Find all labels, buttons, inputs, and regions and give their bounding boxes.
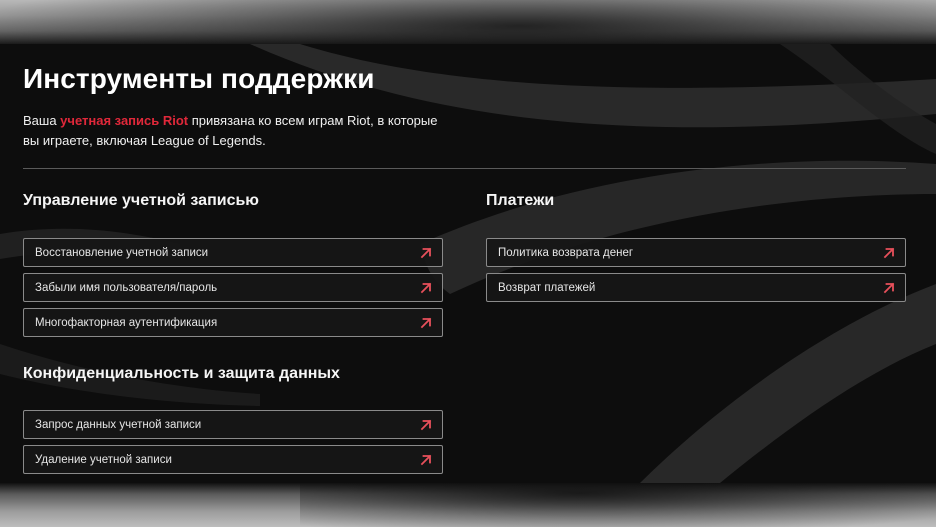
link-label: Возврат платежей xyxy=(498,281,596,294)
link-label: Политика возврата денег xyxy=(498,246,634,259)
support-content: Инструменты поддержки Ваша учетная запис… xyxy=(0,44,936,483)
external-link-arrow-icon xyxy=(420,282,432,293)
page-title: Инструменты поддержки xyxy=(23,63,375,94)
riot-account-link[interactable]: учетная запись Riot xyxy=(60,113,188,128)
refund-policy-link[interactable]: Политика возврата денег xyxy=(486,238,906,267)
account-deletion-link[interactable]: Удаление учетной записи xyxy=(23,445,443,474)
link-label: Многофакторная аутентификация xyxy=(35,316,218,329)
external-link-arrow-icon xyxy=(883,282,895,293)
account-management-links: Восстановление учетной записи Забыли имя… xyxy=(23,238,443,343)
blurred-bottom-background xyxy=(0,483,936,527)
intro-text-start: Ваша xyxy=(23,113,61,128)
payments-heading: Платежи xyxy=(486,192,555,209)
external-link-arrow-icon xyxy=(420,454,432,465)
link-label: Восстановление учетной записи xyxy=(35,246,209,259)
external-link-arrow-icon xyxy=(420,247,432,258)
multi-factor-authentication-link[interactable]: Многофакторная аутентификация xyxy=(23,308,443,337)
link-label: Удаление учетной записи xyxy=(35,453,172,466)
account-recovery-link[interactable]: Восстановление учетной записи xyxy=(23,238,443,267)
link-label: Забыли имя пользователя/пароль xyxy=(35,281,218,294)
privacy-links: Запрос данных учетной записи Удаление уч… xyxy=(23,410,443,480)
forgot-username-password-link[interactable]: Забыли имя пользователя/пароль xyxy=(23,273,443,302)
intro-text: Ваша учетная запись Riot привязана ко вс… xyxy=(23,111,443,151)
external-link-arrow-icon xyxy=(420,419,432,430)
blurred-top-background xyxy=(0,0,936,44)
support-tools-panel: Инструменты поддержки Ваша учетная запис… xyxy=(0,44,936,483)
payment-chargeback-link[interactable]: Возврат платежей xyxy=(486,273,906,302)
payments-links: Политика возврата денег Возврат платежей xyxy=(486,238,906,308)
divider xyxy=(23,168,906,169)
privacy-data-protection-heading: Конфиденциальность и защита данных xyxy=(23,365,340,382)
external-link-arrow-icon xyxy=(420,317,432,328)
external-link-arrow-icon xyxy=(883,247,895,258)
account-management-heading: Управление учетной записью xyxy=(23,192,259,209)
link-label: Запрос данных учетной записи xyxy=(35,418,202,431)
account-data-request-link[interactable]: Запрос данных учетной записи xyxy=(23,410,443,439)
